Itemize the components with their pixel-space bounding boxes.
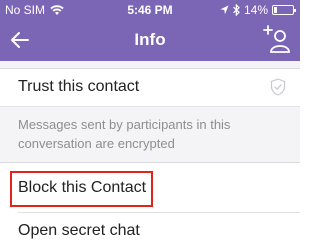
trust-contact-row[interactable]: Trust this contact [0, 69, 300, 106]
battery-level-fill [274, 7, 277, 13]
battery-icon [272, 5, 296, 15]
secret-chat-row[interactable]: Open secret chat [0, 213, 300, 251]
block-contact-row[interactable]: Block this Contact [0, 171, 300, 207]
nav-bar: Info [0, 20, 300, 61]
bluetooth-icon [233, 4, 240, 16]
battery-percent: 14% [243, 3, 268, 17]
add-user-icon [263, 25, 290, 53]
status-bar: No SIM 5:46 PM 14% [0, 0, 300, 20]
location-arrow-icon [220, 5, 229, 15]
encryption-info: Messages sent by participants in this co… [0, 106, 300, 163]
app-header: No SIM 5:46 PM 14% Info [0, 0, 300, 61]
shield-icon [270, 78, 286, 96]
encryption-note: Messages sent by participants in this co… [18, 117, 231, 151]
secret-chat-label: Open secret chat [18, 222, 140, 239]
add-participant-button[interactable] [262, 23, 290, 55]
trust-contact-label: Trust this contact [18, 78, 140, 95]
section-separator [0, 61, 300, 69]
status-right: 14% [220, 3, 296, 17]
page-title: Info [134, 30, 166, 49]
block-contact-label: Block this Contact [18, 179, 147, 196]
